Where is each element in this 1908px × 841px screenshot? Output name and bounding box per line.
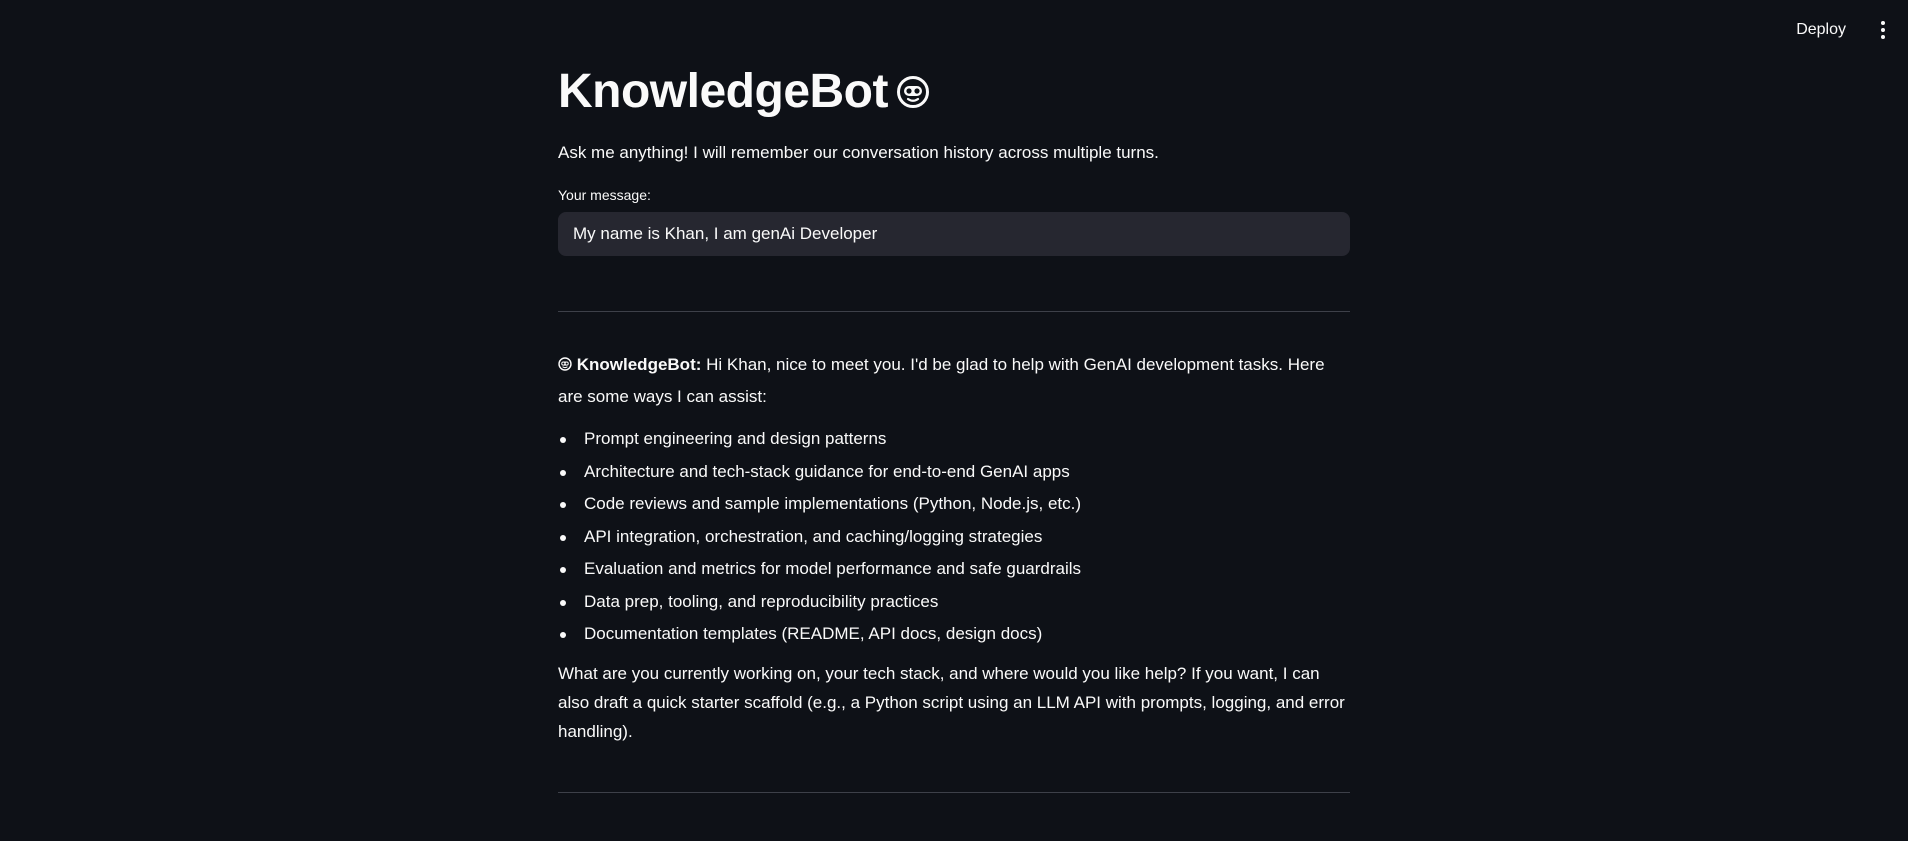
list-item: Data prep, tooling, and reproducibility …: [558, 586, 1350, 619]
response-closing-paragraph: What are you currently working on, your …: [558, 663, 1345, 741]
bot-response: KnowledgeBot: Hi Khan, nice to meet you.…: [558, 349, 1350, 746]
top-toolbar: Deploy: [1788, 0, 1908, 60]
list-item: Code reviews and sample implementations …: [558, 488, 1350, 521]
divider: [558, 791, 1350, 793]
message-input[interactable]: [558, 212, 1350, 256]
list-item: Architecture and tech-stack guidance for…: [558, 456, 1350, 489]
main-content: KnowledgeBot Ask me anything! I will rem…: [558, 0, 1350, 793]
list-item: Documentation templates (README, API doc…: [558, 618, 1350, 651]
divider: [558, 311, 1350, 312]
bot-speaker-name: KnowledgeBot:: [576, 355, 702, 374]
list-item: Prompt engineering and design patterns: [558, 423, 1350, 456]
list-item: API integration, orchestration, and cach…: [558, 521, 1350, 554]
intro-text: Ask me anything! I will remember our con…: [558, 143, 1159, 162]
robot-face-icon: [558, 357, 572, 371]
response-opening-paragraph: KnowledgeBot: Hi Khan, nice to meet you.…: [558, 349, 1350, 413]
message-input-label: Your message:: [558, 187, 651, 203]
title-row: KnowledgeBot: [558, 64, 1350, 120]
response-bullet-list: Prompt engineering and design patterns A…: [558, 423, 1350, 651]
robot-face-icon: [896, 76, 929, 108]
more-vertical-icon[interactable]: [1872, 15, 1894, 45]
page-title: KnowledgeBot: [558, 65, 888, 118]
list-item: Evaluation and metrics for model perform…: [558, 553, 1350, 586]
deploy-button[interactable]: Deploy: [1788, 15, 1854, 45]
